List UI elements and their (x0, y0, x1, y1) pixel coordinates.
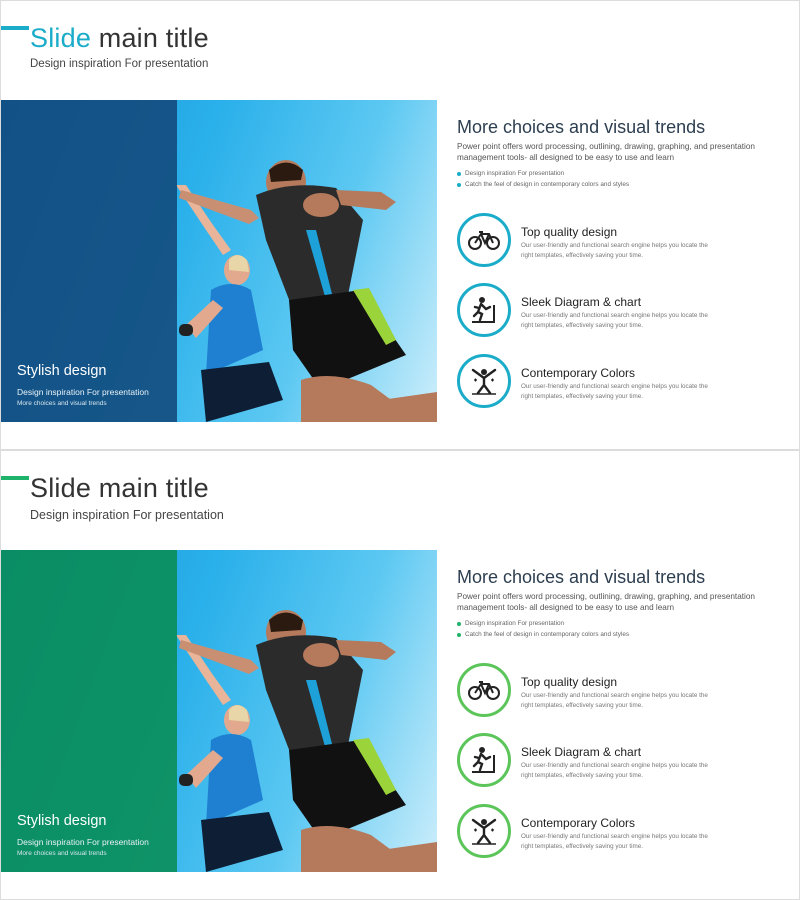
treadmill-icon (457, 283, 511, 337)
feature-description: Our user-friendly and functional search … (521, 762, 708, 779)
slide-title: Slide main title (30, 473, 209, 503)
treadmill-icon (457, 733, 511, 787)
photo-overlay-panel: Stylish design Design inspiration For pr… (1, 100, 177, 422)
feature-contemporary-colors: Contemporary Colors Our user-friendly an… (457, 804, 777, 860)
feature-description: Our user-friendly and functional search … (521, 692, 708, 709)
slide-1: Slide main title Design inspiration For … (0, 0, 800, 450)
list-item: Design inspiration For presentation (457, 618, 629, 629)
slide-subtitle: Design inspiration For presentation (30, 508, 224, 522)
feature-title: Contemporary Colors (521, 366, 636, 380)
feature-title: Sleek Diagram & chart (521, 745, 642, 759)
feature-title: Top quality design (521, 675, 618, 689)
section-description: Power point offers word processing, outl… (457, 592, 755, 612)
feature-description: Our user-friendly and functional search … (521, 312, 708, 329)
slide-title: Slide main title (30, 23, 209, 53)
section-heading: More choices and visual trends (457, 567, 706, 587)
gymnastics-icon (457, 804, 511, 858)
feature-description: Our user-friendly and functional search … (521, 833, 708, 850)
feature-top-quality: Top quality design Our user-friendly and… (457, 213, 777, 269)
feature-sleek-diagram: Sleek Diagram & chart Our user-friendly … (457, 283, 777, 339)
bullet-dot-icon (457, 632, 461, 637)
overlay-title: Stylish design (17, 813, 107, 829)
list-item: Design inspiration For presentation (457, 168, 629, 179)
feature-contemporary-colors: Contemporary Colors Our user-friendly an… (457, 354, 777, 410)
bicycle-icon (457, 663, 511, 717)
feature-title: Sleek Diagram & chart (521, 295, 642, 309)
feature-title: Top quality design (521, 225, 618, 239)
title-accent-bar (1, 476, 29, 480)
athletes-photo: Stylish design Design inspiration For pr… (1, 550, 437, 872)
slide-subtitle: Design inspiration For presentation (30, 58, 209, 70)
bullet-dot-icon (457, 171, 461, 176)
feature-title: Contemporary Colors (521, 816, 636, 830)
photo-overlay-panel: Stylish design Design inspiration For pr… (1, 550, 177, 872)
bullet-dot-icon (457, 182, 461, 187)
section-heading: More choices and visual trends (457, 117, 706, 137)
overlay-subtitle: Design inspiration For presentation (17, 387, 149, 397)
overlay-title: Stylish design (17, 363, 107, 379)
feature-description: Our user-friendly and functional search … (521, 383, 708, 400)
list-item: Catch the feel of design in contemporary… (457, 179, 629, 190)
bullet-dot-icon (457, 621, 461, 626)
feature-description: Our user-friendly and functional search … (521, 242, 708, 259)
bullet-list: Design inspiration For presentation Catc… (457, 168, 629, 190)
overlay-caption: More choices and visual trends (17, 850, 107, 857)
bicycle-icon (457, 213, 511, 267)
list-item: Catch the feel of design in contemporary… (457, 629, 629, 640)
title-accent-bar (1, 26, 29, 30)
gymnastics-icon (457, 354, 511, 408)
section-description: Power point offers word processing, outl… (457, 142, 755, 162)
slide-2: Slide main title Design inspiration For … (0, 450, 800, 900)
bullet-list: Design inspiration For presentation Catc… (457, 618, 629, 640)
feature-sleek-diagram: Sleek Diagram & chart Our user-friendly … (457, 733, 777, 789)
overlay-caption: More choices and visual trends (17, 400, 107, 407)
feature-top-quality: Top quality design Our user-friendly and… (457, 663, 777, 719)
athletes-photo: Stylish design Design inspiration For pr… (1, 100, 437, 422)
overlay-subtitle: Design inspiration For presentation (17, 837, 149, 847)
